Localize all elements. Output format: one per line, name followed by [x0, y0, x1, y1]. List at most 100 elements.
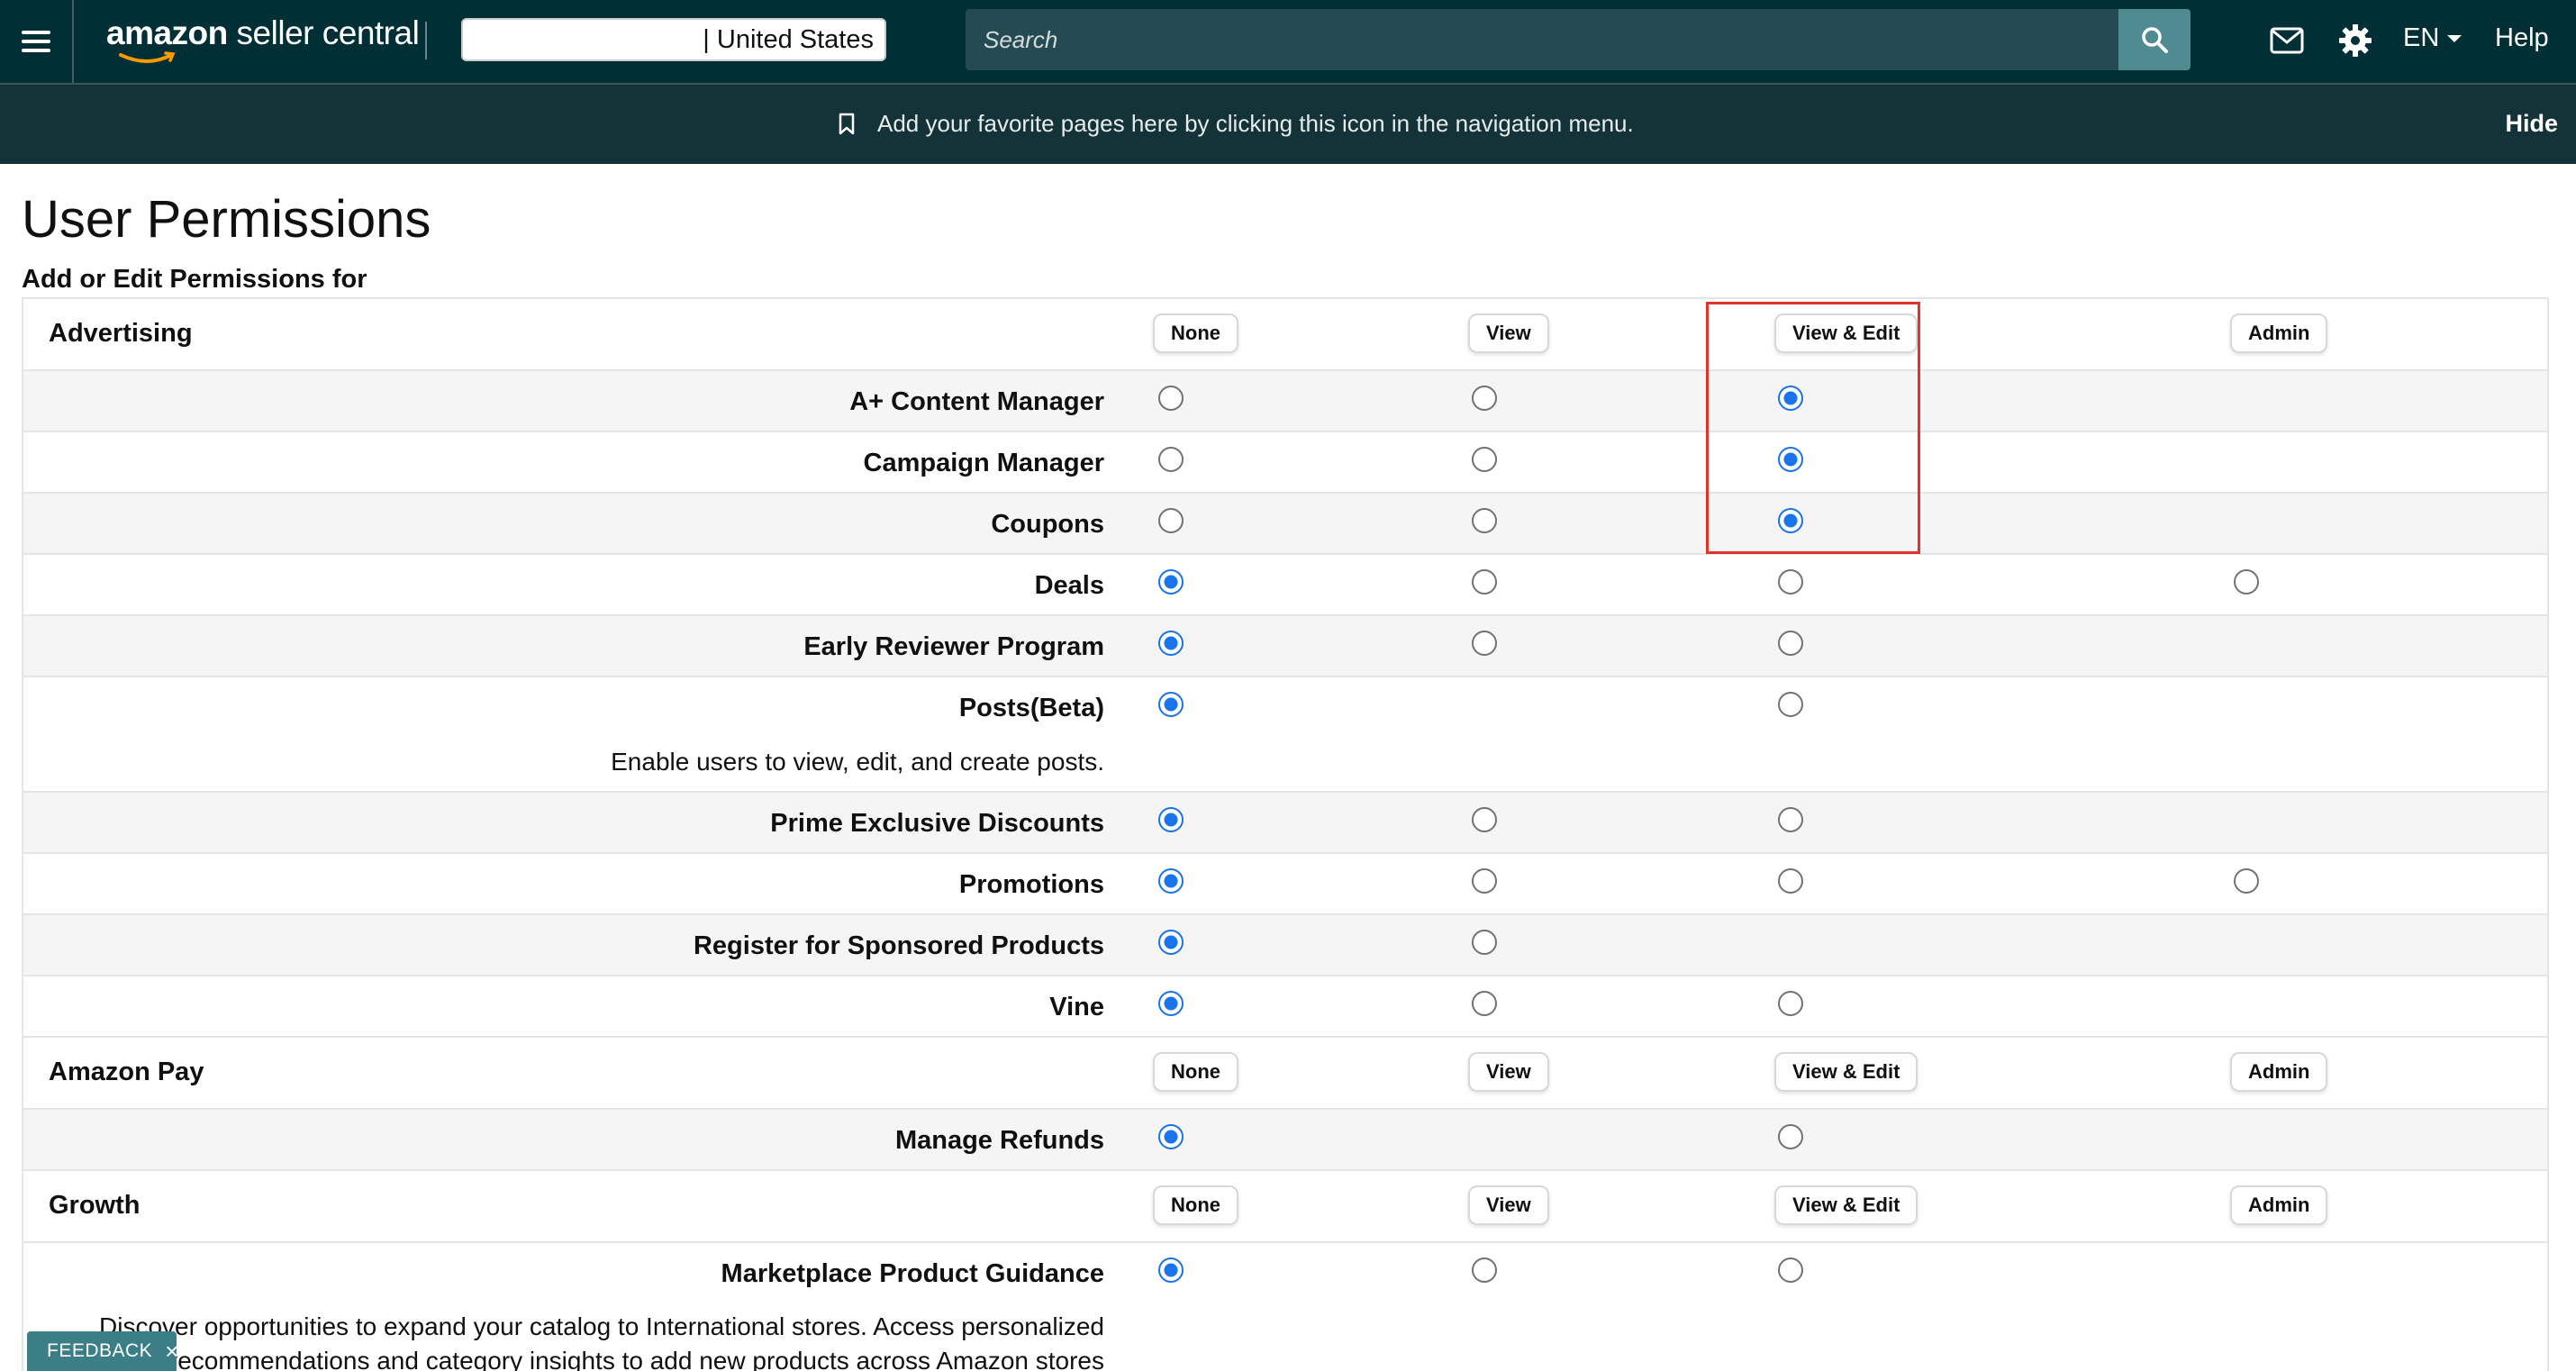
radio-view[interactable] [1472, 386, 1497, 411]
radio-view[interactable] [1472, 1258, 1497, 1283]
radio-none[interactable] [1158, 692, 1184, 717]
permission-name: Coupons [991, 510, 1104, 539]
search-input[interactable] [984, 25, 2118, 54]
set-all-view-button[interactable]: View [1468, 313, 1549, 353]
radio-view[interactable] [1472, 569, 1497, 595]
permission-name: A+ Content Manager [849, 387, 1104, 416]
radio-admin[interactable] [2234, 569, 2259, 595]
set-all-view-edit-button[interactable]: View & Edit [1774, 1052, 1918, 1092]
section-header-amazon-pay: Amazon Pay None View View & Edit Admin [23, 1038, 2547, 1110]
radio-none[interactable] [1158, 1124, 1184, 1149]
close-icon[interactable]: × [165, 1339, 179, 1363]
radio-view[interactable] [1472, 631, 1497, 656]
radio-view-edit[interactable] [1778, 447, 1803, 472]
permission-row-campaign-manager: Campaign Manager [23, 432, 2547, 494]
set-all-none-button[interactable]: None [1153, 1185, 1238, 1225]
radio-none[interactable] [1158, 868, 1184, 894]
permissions-table: Advertising None View View & Edit Admin … [22, 297, 2549, 1371]
top-navigation: amazon seller central | United States Se… [0, 0, 2576, 83]
radio-view-edit[interactable] [1778, 868, 1803, 894]
permission-row-deals: Deals [23, 555, 2547, 616]
section-name: Growth [49, 1191, 141, 1220]
radio-none[interactable] [1158, 631, 1184, 656]
caret-down-icon [2447, 34, 2463, 42]
hide-favorites-button[interactable]: Hide [2505, 110, 2558, 138]
radio-view[interactable] [1472, 508, 1497, 533]
radio-view[interactable] [1472, 807, 1497, 832]
amazon-seller-central-logo[interactable]: amazon seller central [106, 14, 420, 65]
radio-view-edit[interactable] [1778, 1124, 1803, 1149]
radio-view[interactable] [1472, 447, 1497, 472]
radio-none[interactable] [1158, 807, 1184, 832]
radio-view[interactable] [1472, 868, 1497, 894]
permission-row-coupons: Coupons [23, 494, 2547, 555]
radio-view-edit[interactable] [1778, 991, 1803, 1016]
radio-view-edit[interactable] [1778, 569, 1803, 595]
permission-row-posts-beta: Posts(Beta) Enable users to view, edit, … [23, 677, 2547, 793]
radio-view-edit[interactable] [1778, 631, 1803, 656]
set-all-view-edit-button[interactable]: View & Edit [1774, 1185, 1918, 1225]
set-all-view-button[interactable]: View [1468, 1185, 1549, 1225]
permission-name: Deals [1034, 571, 1104, 600]
store-selector[interactable]: | United States [461, 18, 886, 61]
radio-none[interactable] [1158, 386, 1184, 411]
set-all-admin-button[interactable]: Admin [2230, 1052, 2328, 1092]
permission-name: Campaign Manager [863, 449, 1105, 477]
feedback-tab[interactable]: FEEDBACK × [27, 1331, 179, 1371]
set-all-view-button[interactable]: View [1468, 1052, 1549, 1092]
radio-view-edit[interactable] [1778, 692, 1803, 717]
radio-view-edit[interactable] [1778, 386, 1803, 411]
permission-row-register-for-sponsored-products: Register for Sponsored Products [23, 915, 2547, 976]
help-link[interactable]: Help [2495, 23, 2549, 53]
permission-name: Marketplace Product Guidance [721, 1259, 1104, 1288]
radio-none[interactable] [1158, 508, 1184, 533]
permission-row-prime-exclusive-discounts: Prime Exclusive Discounts [23, 793, 2547, 854]
section-name: Advertising [49, 319, 193, 348]
favorites-message: Add your favorite pages here by clicking… [838, 110, 1634, 138]
favorites-bar: Add your favorite pages here by clicking… [0, 83, 2576, 164]
set-all-none-button[interactable]: None [1153, 1052, 1238, 1092]
permission-description: Discover opportunities to expand your ca… [99, 1312, 1104, 1371]
set-all-admin-button[interactable]: Admin [2230, 1185, 2328, 1225]
radio-admin[interactable] [2234, 868, 2259, 894]
radio-none[interactable] [1158, 991, 1184, 1016]
permission-name: Posts(Beta) [958, 694, 1104, 722]
language-selector[interactable]: EN [2403, 23, 2463, 53]
radio-none[interactable] [1158, 930, 1184, 955]
section-header-advertising: Advertising None View View & Edit Admin [23, 299, 2547, 371]
set-all-admin-button[interactable]: Admin [2230, 313, 2328, 353]
permission-name: Prime Exclusive Discounts [770, 809, 1104, 838]
permission-row-a-plus-content-manager: A+ Content Manager [23, 371, 2547, 432]
set-all-view-edit-button[interactable]: View & Edit [1774, 313, 1918, 353]
language-label: EN [2403, 23, 2440, 52]
radio-none[interactable] [1158, 569, 1184, 595]
permission-row-marketplace-product-guidance: Marketplace Product Guidance Discover op… [23, 1243, 2547, 1371]
favorites-message-text: Add your favorite pages here by clicking… [877, 110, 1634, 137]
search-icon [2142, 27, 2168, 53]
gear-icon[interactable] [2336, 22, 2374, 59]
permission-name: Register for Sponsored Products [693, 931, 1104, 960]
permission-row-manage-refunds: Manage Refunds [23, 1110, 2547, 1171]
radio-view[interactable] [1472, 930, 1497, 955]
bookmark-icon [839, 113, 855, 134]
permission-name: Manage Refunds [894, 1126, 1104, 1155]
feedback-label: FEEDBACK [47, 1340, 153, 1361]
permission-name: Vine [1049, 993, 1104, 1021]
permission-row-early-reviewer-program: Early Reviewer Program [23, 616, 2547, 677]
radio-none[interactable] [1158, 1258, 1184, 1283]
radio-view-edit[interactable] [1778, 508, 1803, 533]
mail-icon[interactable] [2268, 22, 2306, 59]
section-name: Amazon Pay [49, 1058, 204, 1086]
menu-icon[interactable] [0, 0, 74, 83]
page-subtitle: Add or Edit Permissions for [22, 265, 367, 294]
logo-divider [425, 22, 427, 59]
radio-view-edit[interactable] [1778, 1258, 1803, 1283]
permission-row-vine: Vine [23, 976, 2547, 1038]
set-all-none-button[interactable]: None [1153, 313, 1238, 353]
search-box [966, 9, 2118, 70]
radio-none[interactable] [1158, 447, 1184, 472]
radio-view[interactable] [1472, 991, 1497, 1016]
search-button[interactable] [2118, 9, 2191, 70]
permission-name: Promotions [958, 870, 1104, 899]
radio-view-edit[interactable] [1778, 807, 1803, 832]
